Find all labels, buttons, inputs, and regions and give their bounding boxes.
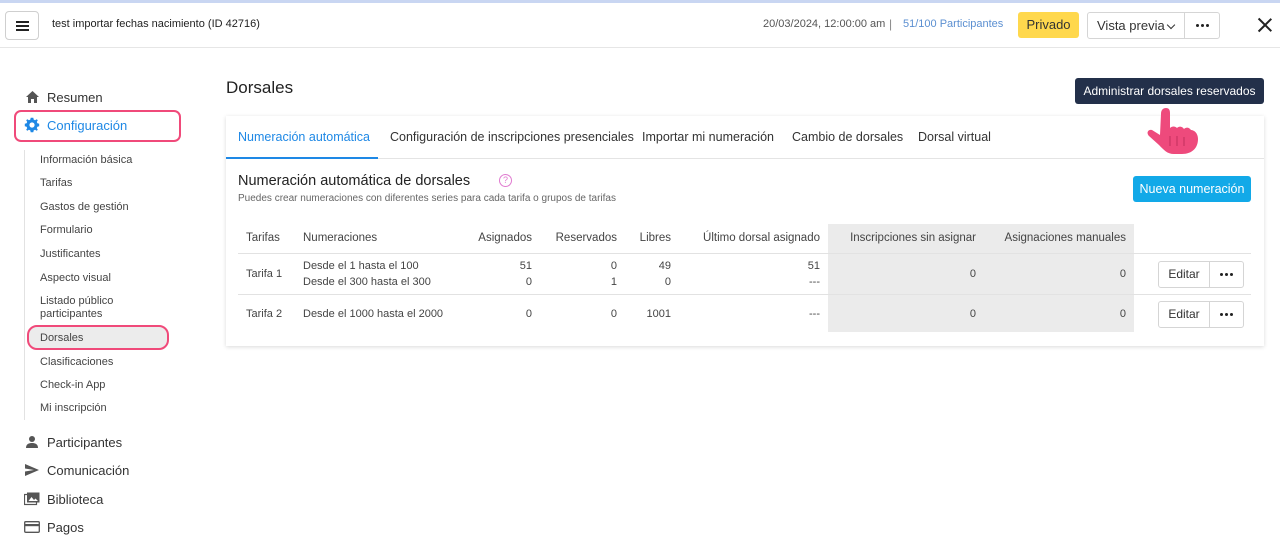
submenu-item-dorsales[interactable]: Dorsales [40,332,83,345]
cell-sin-asignar: 0 [969,308,976,320]
images-icon [24,491,40,507]
column-header-asignados: Asignados [478,232,532,244]
sidebar-item-label: Pagos [47,519,84,535]
tab-importar-numeracion[interactable]: Importar mi numeración [642,130,774,144]
column-header-reservados: Reservados [555,232,617,244]
privacy-badge[interactable]: Privado [1018,12,1079,38]
pointing-hand-icon [1147,108,1198,154]
chevron-down-icon [1166,20,1176,30]
row-more-button[interactable] [1209,301,1244,328]
cell-libres: 1001 [646,308,671,320]
manage-reserved-bibs-button[interactable]: Administrar dorsales reservados [1075,78,1264,104]
section-title: Numeración automática de dorsales [238,173,471,189]
hamburger-icon [16,21,29,23]
sidebar-item-participantes[interactable]: Participantes [24,431,122,453]
cell-numeracion: Desde el 1000 hasta el 2000 [303,308,444,320]
submenu-item-tarifas[interactable]: Tarifas [40,177,72,190]
submenu-item-check-in-app[interactable]: Check-in App [40,379,105,392]
sidebar-item-biblioteca[interactable]: Biblioteca [24,488,103,510]
submenu-item-mi-inscripcion[interactable]: Mi inscripción [40,402,107,415]
column-header-libres: Libres [639,232,671,244]
card-icon [24,519,40,535]
submenu-item-aspecto-visual[interactable]: Aspecto visual [40,272,111,285]
cell-libres: 49 [658,260,671,272]
help-icon[interactable]: ? [499,174,512,187]
preview-label: Vista previa [1097,18,1165,33]
sidebar-item-configuracion[interactable]: Configuración [24,114,127,136]
sidebar-item-pagos[interactable]: Pagos [24,516,84,538]
cell-reservados: 1 [610,276,617,288]
close-icon[interactable] [1257,17,1273,33]
column-header-tarifas: Tarifas [246,232,280,244]
cell-asignados: 0 [525,276,532,288]
submenu-item-justificantes[interactable]: Justificantes [40,248,101,261]
more-dots-icon [1210,262,1243,287]
home-icon [24,89,40,105]
cell-sin-asignar: 0 [969,268,976,280]
column-header-numeraciones: Numeraciones [303,232,378,244]
event-title: test importar fechas nacimiento (ID 4271… [52,18,260,30]
more-dots-icon [1185,13,1219,38]
row-more-button[interactable] [1209,261,1244,288]
row-divider [238,294,1251,295]
sidebar-item-label: Resumen [47,89,103,105]
cell-libres: 0 [664,276,671,288]
person-icon [24,434,40,450]
more-dots-icon [1210,302,1243,327]
cell-numeracion: Desde el 1 hasta el 100 [303,260,419,272]
hamburger-icon-line [16,25,29,27]
tab-inscripciones-presenciales[interactable]: Configuración de inscripciones presencia… [390,130,634,144]
cell-tarifa: Tarifa 1 [246,268,283,280]
tab-cambio-dorsales[interactable]: Cambio de dorsales [792,130,903,144]
sidebar-item-comunicacion[interactable]: Comunicación [24,459,129,481]
submenu-item-clasificaciones[interactable]: Clasificaciones [40,356,113,369]
new-numbering-button[interactable]: Nueva numeración [1133,176,1251,202]
sidebar-item-resumen[interactable]: Resumen [24,86,103,108]
sidebar-item-label: Comunicación [47,462,130,478]
preview-dropdown[interactable]: Vista previa [1087,12,1185,39]
row-divider [238,253,1251,254]
edit-button[interactable]: Editar [1158,261,1210,288]
gear-icon [24,117,40,133]
cell-reservados: 0 [610,308,617,320]
cell-asignados: 51 [519,260,532,272]
submenu-item-listado-publico[interactable]: Listado público participantes [40,295,135,321]
menu-button[interactable] [5,11,39,40]
sidebar-item-label: Participantes [47,434,123,450]
tab-numeracion-automatica[interactable]: Numeración automática [238,130,370,144]
submenu-item-gastos-gestion[interactable]: Gastos de gestión [40,201,129,214]
cell-ultimo-dorsal: --- [809,276,820,288]
page-title: Dorsales [226,78,294,97]
cell-numeracion: Desde el 300 hasta el 300 [303,276,431,288]
event-date: 20/03/2024, 12:00:00 am [763,18,886,30]
participants-link[interactable]: 51/100 Participantes [903,18,1003,30]
sidebar-item-label: Configuración [47,117,128,133]
submenu-divider [24,150,25,420]
numbering-card: Numeración automática Configuración de i… [226,116,1264,346]
divider: | [889,17,893,31]
submenu-item-informacion-basica[interactable]: Información básica [40,154,132,167]
send-icon [24,462,40,478]
tab-dorsal-virtual[interactable]: Dorsal virtual [918,130,991,144]
column-header-sin-asignar: Inscripciones sin asignar [850,232,976,244]
active-tab-indicator [226,157,378,159]
cell-reservados: 0 [610,260,617,272]
column-header-manuales: Asignaciones manuales [1004,232,1126,244]
top-bar: test importar fechas nacimiento (ID 4271… [0,3,1280,48]
tab-bar: Numeración automática Configuración de i… [226,116,1264,159]
section-subtitle: Puedes crear numeraciones con diferentes… [238,193,616,204]
cell-asignados: 0 [525,308,532,320]
sidebar-item-label: Biblioteca [47,491,104,507]
cell-ultimo-dorsal: 51 [807,260,820,272]
cell-tarifa: Tarifa 2 [246,308,283,320]
submenu-item-formulario[interactable]: Formulario [40,224,93,237]
cell-manuales: 0 [1119,268,1126,280]
hamburger-icon-line [16,29,29,31]
cell-manuales: 0 [1119,308,1126,320]
more-options-button[interactable] [1184,12,1220,39]
column-header-ultimo-dorsal: Último dorsal asignado [703,232,820,244]
edit-button[interactable]: Editar [1158,301,1210,328]
cell-ultimo-dorsal: --- [809,308,820,320]
